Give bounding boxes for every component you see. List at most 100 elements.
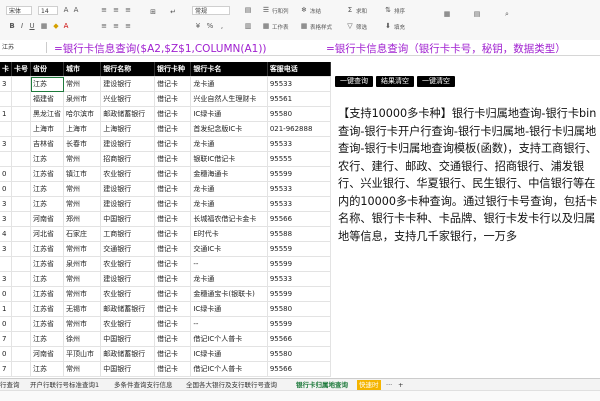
cell-cardname[interactable]: IC绿卡通 <box>190 301 268 317</box>
cell-cardtype[interactable]: 借记卡 <box>154 181 192 197</box>
cell-cardno[interactable] <box>11 286 31 302</box>
cell-city[interactable]: 泉州市 <box>63 91 102 107</box>
cell-cardtype[interactable]: 借记卡 <box>154 316 192 332</box>
cell-city[interactable]: 石家庄 <box>63 226 102 242</box>
cell-type[interactable]: 0 <box>0 181 12 197</box>
cell-cardno[interactable] <box>11 271 31 287</box>
cell-cardtype[interactable]: 借记卡 <box>154 136 192 152</box>
cell-province[interactable]: 江苏省 <box>30 256 64 272</box>
cell-bank[interactable]: 中国银行 <box>100 331 155 347</box>
cell-province[interactable]: 上海市 <box>30 121 64 137</box>
cell-bank[interactable]: 建设银行 <box>100 136 155 152</box>
clear-result-button[interactable]: 结果清空 <box>376 76 414 87</box>
cell-phone[interactable]: 95533 <box>267 271 331 287</box>
cell-city[interactable]: 镇江市 <box>63 166 102 182</box>
font-color-icon[interactable]: A <box>62 22 70 30</box>
italic-icon[interactable]: I <box>18 22 26 30</box>
cell-type[interactable]: 4 <box>0 226 12 242</box>
cell-bank[interactable]: 建设银行 <box>100 271 155 287</box>
cell-province[interactable]: 江苏 <box>30 331 64 347</box>
cell-cardname[interactable]: 交通IC卡 <box>190 241 268 257</box>
cell-city[interactable]: 泉州市 <box>63 256 102 272</box>
cell-cardtype[interactable]: 借记卡 <box>154 361 192 377</box>
cell-cardname[interactable]: 龙卡通 <box>190 271 268 287</box>
increase-font-icon[interactable]: A <box>62 6 70 14</box>
tab-multi-condition-query[interactable]: 多条件查询支行信息 <box>114 380 173 390</box>
cell-type[interactable]: 0 <box>0 316 12 332</box>
cell-cardtype[interactable]: 借记卡 <box>154 226 192 242</box>
cell-cardno[interactable] <box>11 166 31 182</box>
row-col-icon[interactable]: ▤ <box>470 10 484 18</box>
cell-cardname[interactable]: -- <box>190 256 268 272</box>
cell-cardno[interactable] <box>11 151 31 167</box>
cell-type[interactable]: 3 <box>0 211 12 227</box>
cell-bank[interactable]: 农业银行 <box>100 256 155 272</box>
decrease-font-icon[interactable]: A <box>72 6 80 14</box>
cell-city[interactable]: 常州 <box>63 271 102 287</box>
cell-type[interactable]: 0 <box>0 166 12 182</box>
cell-cardtype[interactable]: 借记卡 <box>154 331 192 347</box>
cell-city[interactable]: 常州 <box>63 181 102 197</box>
cell-city[interactable]: 常州市 <box>63 316 102 332</box>
table-style-icon[interactable]: ▦ <box>300 22 308 30</box>
cell-cardname[interactable]: 金穗海通卡 <box>190 166 268 182</box>
thousands-icon[interactable]: , <box>218 22 226 30</box>
align-top-icon[interactable]: ≡ <box>100 6 108 14</box>
query-button[interactable]: 一键查询 <box>335 76 373 87</box>
cell-cardno[interactable] <box>11 91 31 107</box>
cell-bank[interactable]: 招商银行 <box>100 151 155 167</box>
border-icon[interactable]: ▦ <box>40 22 48 30</box>
cell-type[interactable]: 3 <box>0 241 12 257</box>
cell-cardno[interactable] <box>11 331 31 347</box>
merge-cells-icon[interactable]: ⊞ <box>146 8 160 16</box>
cell-cardtype[interactable]: 借记卡 <box>154 271 192 287</box>
cell-city[interactable]: 常州 <box>63 151 102 167</box>
cell-bank[interactable]: 工商银行 <box>100 226 155 242</box>
cell-bank[interactable]: 农业银行 <box>100 316 155 332</box>
sum-icon[interactable]: Σ <box>346 6 354 14</box>
cell-province[interactable]: 江苏省 <box>30 316 64 332</box>
cell-phone[interactable]: 95580 <box>267 106 331 122</box>
wrap-text-icon[interactable]: ↵ <box>166 8 180 16</box>
cell-type[interactable]: 7 <box>0 331 12 347</box>
cell-cardname[interactable]: 兴业自然人生理财卡 <box>190 91 268 107</box>
cell-type[interactable] <box>0 256 12 272</box>
cell-bank[interactable]: 农业银行 <box>100 286 155 302</box>
cell-icon[interactable]: ▦ <box>440 10 454 18</box>
cell-province[interactable]: 江苏省 <box>30 241 64 257</box>
cell-city[interactable]: 无锡市 <box>63 301 102 317</box>
cell-province[interactable]: 河南省 <box>30 346 64 362</box>
spreadsheet-grid[interactable]: 卡 卡号 省份 城市 银行名称 银行卡种 银行卡名 客服电话 3 江苏 常州 建设银行… <box>0 62 331 378</box>
cell-city[interactable]: 常州市 <box>63 286 102 302</box>
cell-type[interactable]: 3 <box>0 136 12 152</box>
cell-cardtype[interactable]: 借记卡 <box>154 256 192 272</box>
tab-quick[interactable]: 快速时 <box>357 380 381 390</box>
cell-province[interactable]: 河北省 <box>30 226 64 242</box>
cell-cardname[interactable]: 银联IC借记卡 <box>190 151 268 167</box>
cell-cardname[interactable]: 借记IC个人普卡 <box>190 331 268 347</box>
cell-bank[interactable]: 邮政储蓄银行 <box>100 301 155 317</box>
cell-province[interactable]: 江苏省 <box>30 286 64 302</box>
cell-type[interactable]: 1 <box>0 106 12 122</box>
cell-cardname[interactable]: IC绿卡通 <box>190 106 268 122</box>
cell-phone[interactable]: 95566 <box>267 331 331 347</box>
cell-cardname[interactable]: 龙卡通 <box>190 136 268 152</box>
cell-bank[interactable]: 邮政储蓄银行 <box>100 346 155 362</box>
cell-city[interactable]: 长春市 <box>63 136 102 152</box>
cell-phone[interactable]: 95533 <box>267 181 331 197</box>
cell-cardname[interactable]: 金穗通宝卡(银联卡) <box>190 286 268 302</box>
tab-bank-query[interactable]: 行查询 <box>0 380 20 390</box>
cell-province[interactable]: 吉林省 <box>30 136 64 152</box>
cell-type[interactable]: 0 <box>0 346 12 362</box>
cell-type[interactable]: 3 <box>0 196 12 212</box>
cell-cardname[interactable]: 龙卡通 <box>190 196 268 212</box>
cell-type[interactable]: 7 <box>0 361 12 377</box>
cell-cardtype[interactable]: 借记卡 <box>154 211 192 227</box>
cell-province[interactable]: 江苏省 <box>30 166 64 182</box>
cell-city[interactable]: 徐州 <box>63 331 102 347</box>
cell-cardname[interactable]: IC绿卡通 <box>190 346 268 362</box>
name-box[interactable]: 江苏 <box>2 43 44 52</box>
cell-province[interactable]: 福建省 <box>30 91 64 107</box>
tab-national-branch-query[interactable]: 全国各大银行及支行联行号查询 <box>186 380 277 390</box>
cell-province[interactable]: 江苏 <box>30 361 64 377</box>
